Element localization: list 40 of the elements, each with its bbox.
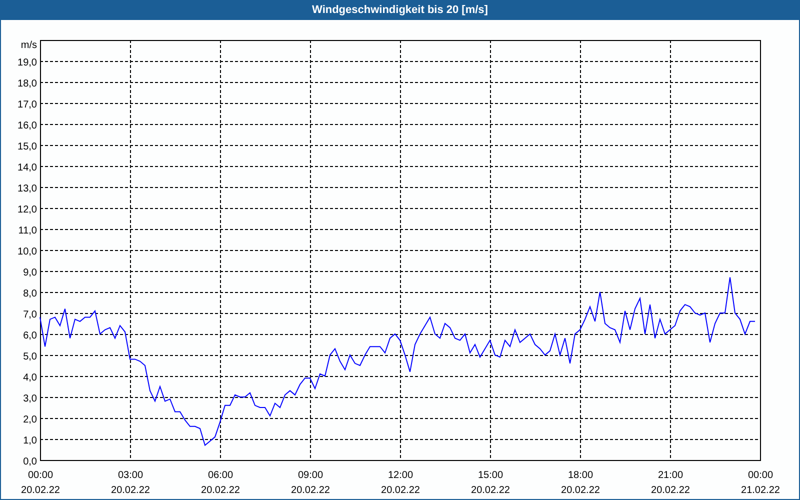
y-tick-label: 16,0 (18, 120, 37, 132)
y-tick-label: 0,0 (23, 456, 37, 468)
y-tick-label: 7,0 (23, 310, 37, 320)
y-tick-label: 4,0 (23, 372, 37, 384)
x-tick-date-label: 20.02.22 (201, 485, 240, 496)
y-tick-label: 1,0 (23, 436, 37, 446)
x-tick-date-label: 20.02.22 (561, 485, 600, 496)
y-tick-label: 17,0 (18, 100, 37, 110)
x-tick-date-label: 21.02.22 (741, 485, 780, 496)
y-tick-label: 14,0 (18, 162, 37, 174)
x-tick-time-label: 09:00 (298, 470, 324, 481)
x-tick-time-label: 21:00 (658, 470, 684, 481)
y-tick-label: 18,0 (18, 78, 37, 90)
x-tick-date-label: 20.02.22 (651, 485, 690, 496)
x-tick-time-label: 00:00 (748, 470, 774, 481)
x-tick-time-label: 18:00 (568, 470, 594, 481)
x-tick-date-label: 20.02.22 (111, 485, 150, 496)
window-title: Windgeschwindigkeit bis 20 [m/s] (312, 2, 488, 18)
y-tick-label: 6,0 (23, 330, 37, 342)
y-tick-label: 12,0 (18, 204, 37, 216)
y-tick-label: 19,0 (18, 58, 37, 68)
x-tick-time-label: 00:00 (28, 470, 54, 481)
y-tick-label: 9,0 (23, 268, 37, 278)
y-axis-unit: m/s (20, 40, 37, 51)
y-tick-label: 3,0 (23, 394, 37, 404)
y-tick-label: 13,0 (18, 184, 37, 194)
y-tick-label: 2,0 (23, 414, 37, 426)
x-tick-time-label: 12:00 (388, 470, 414, 481)
x-tick-date-label: 20.02.22 (381, 485, 420, 496)
x-tick-date-label: 20.02.22 (291, 485, 330, 496)
x-tick-time-label: 03:00 (118, 470, 144, 481)
x-tick-date-label: 20.02.22 (471, 485, 510, 496)
x-tick-date-label: 20.02.22 (21, 485, 60, 496)
y-tick-label: 10,0 (18, 246, 37, 258)
y-tick-label: 11,0 (18, 226, 37, 236)
x-tick-time-label: 15:00 (478, 470, 504, 481)
y-tick-label: 8,0 (23, 288, 37, 300)
x-tick-time-label: 06:00 (208, 470, 234, 481)
y-tick-label: 5,0 (23, 352, 37, 362)
y-tick-label: 15,0 (18, 142, 37, 152)
